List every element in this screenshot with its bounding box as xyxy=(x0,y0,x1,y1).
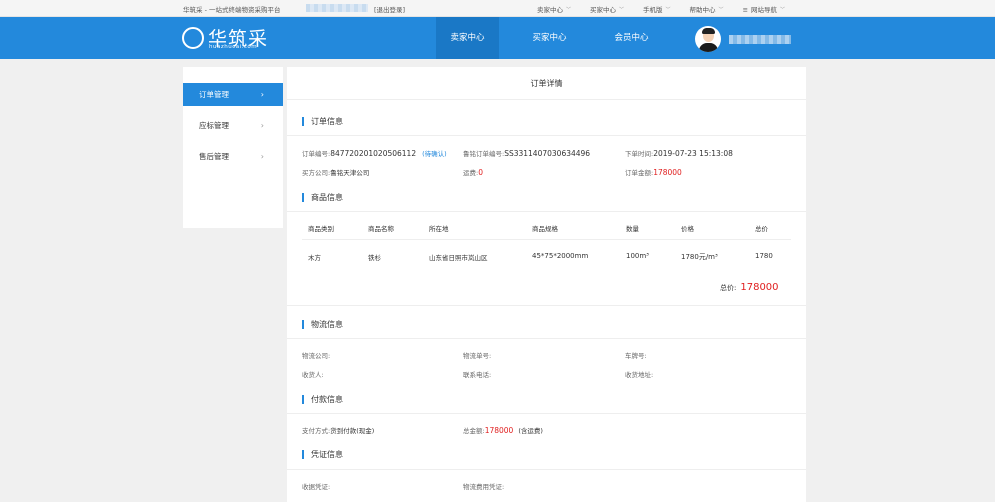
sidebar-item-order-management[interactable]: 订单管理 › xyxy=(183,83,283,106)
chevron-right-icon: › xyxy=(260,90,264,99)
divider xyxy=(287,135,806,136)
lubao-order-number-field: 鲁铭订单编号:SS3311407030634496 xyxy=(463,149,591,158)
buyer-company-field: 买方公司:鲁铭天津公司 xyxy=(302,169,370,177)
table-cell: 45*75*2000mm xyxy=(532,252,589,260)
chevron-down-icon: ﹀ xyxy=(718,7,724,13)
chevron-right-icon: › xyxy=(260,121,264,130)
logistics-company-field: 物流公司: xyxy=(302,352,331,360)
divider xyxy=(287,469,806,470)
page-title: 订单详情 xyxy=(287,67,806,100)
chevron-right-icon: › xyxy=(260,152,264,161)
section-title-logistics: 物流信息 xyxy=(302,320,343,329)
table-header: 商品规格 xyxy=(532,225,558,233)
order-detail-panel: 订单详情 订单信息 订单编号:847720201020506112 (待确认) 鲁… xyxy=(287,67,806,502)
plate-number-field: 车牌号: xyxy=(625,352,647,360)
status-badge: (待确认) xyxy=(422,150,447,158)
user-name-redacted xyxy=(729,35,791,44)
table-cell: 100m³ xyxy=(626,252,649,260)
chevron-down-icon: ﹀ xyxy=(566,7,572,13)
main-nav: 卖家中心 买家中心 会员中心 xyxy=(436,17,682,59)
section-title-voucher: 凭证信息 xyxy=(302,450,343,459)
toplink-help-center[interactable]: 帮助中心 ﹀ xyxy=(690,4,724,14)
divider xyxy=(287,211,806,212)
table-header: 数量 xyxy=(626,225,639,233)
freight-voucher-field: 物流费用凭证: xyxy=(463,483,505,491)
toplink-seller-center[interactable]: 卖家中心 ﹀ xyxy=(537,4,571,14)
table-cell: 1780 xyxy=(755,252,773,260)
receipt-voucher-field: 收据凭证: xyxy=(302,483,331,491)
toplink-buyer-center[interactable]: 买家中心 ﹀ xyxy=(590,4,624,14)
table-header: 总价 xyxy=(755,225,768,233)
logo-icon xyxy=(182,27,204,49)
nav-seller-center[interactable]: 卖家中心 xyxy=(436,17,499,59)
table-divider xyxy=(302,239,791,240)
avatar[interactable] xyxy=(695,26,721,52)
chevron-down-icon: ﹀ xyxy=(619,7,625,13)
order-amount-field: 订单金额:178000 xyxy=(625,168,682,177)
table-cell: 山东省日照市岚山区 xyxy=(429,254,488,262)
table-header: 所在地 xyxy=(429,225,449,233)
freight-field: 运费:0 xyxy=(463,168,483,177)
order-time-field: 下单时间:2019-07-23 15:13:08 xyxy=(625,149,733,158)
sidebar-item-bid-management[interactable]: 应标管理 › xyxy=(183,114,283,137)
chevron-down-icon: ﹀ xyxy=(665,7,671,13)
sidebar: 订单管理 › 应标管理 › 售后管理 › xyxy=(183,67,283,228)
section-title-payment: 付款信息 xyxy=(302,395,343,404)
nav-member-center[interactable]: 会员中心 xyxy=(600,17,663,59)
username-redacted xyxy=(306,4,368,12)
order-number-field: 订单编号:847720201020506112 (待确认) xyxy=(302,149,447,158)
receiver-field: 收货人: xyxy=(302,371,324,379)
top-links: 卖家中心 ﹀ 买家中心 ﹀ 手机版 ﹀ 帮助中心 ﹀ ≡ 网站导航 ﹀ xyxy=(537,4,804,14)
main-header: 华筑采 huazhucai.com 卖家中心 买家中心 会员中心 xyxy=(0,17,995,59)
divider xyxy=(287,305,806,306)
section-title-goods-info: 商品信息 xyxy=(302,193,343,202)
section-title-order-info: 订单信息 xyxy=(302,117,343,126)
toplink-mobile[interactable]: 手机版 ﹀ xyxy=(643,4,671,14)
logo-domain: huazhucai.com xyxy=(209,44,258,50)
menu-icon: ≡ xyxy=(742,6,749,14)
payment-method-field: 支付方式:货到付款(现金) xyxy=(302,427,375,435)
table-cell: 1780元/m³ xyxy=(681,253,718,261)
sidebar-item-after-sales[interactable]: 售后管理 › xyxy=(183,145,283,168)
chevron-down-icon: ﹀ xyxy=(780,7,786,13)
table-header: 价格 xyxy=(681,225,694,233)
table-header: 商品类别 xyxy=(308,225,334,233)
payment-total-field: 总金额:178000 (含运费) xyxy=(463,426,543,435)
toplink-site-nav[interactable]: ≡ 网站导航 ﹀ xyxy=(743,4,785,14)
tracking-number-field: 物流单号: xyxy=(463,352,492,360)
top-bar: 华筑采 - 一站式终端物资采购平台 [退出登录] 卖家中心 ﹀ 买家中心 ﹀ 手机版… xyxy=(0,0,995,17)
table-cell: 铁杉 xyxy=(368,254,381,262)
nav-buyer-center[interactable]: 买家中心 xyxy=(518,17,581,59)
contact-phone-field: 联系电话: xyxy=(463,371,492,379)
site-tagline: 华筑采 - 一站式终端物资采购平台 xyxy=(183,6,281,14)
table-cell: 木方 xyxy=(308,254,321,262)
divider xyxy=(287,413,806,414)
goods-total: 总价: 178000 xyxy=(720,282,779,293)
table-header: 商品名称 xyxy=(368,225,394,233)
divider xyxy=(287,338,806,339)
site-logo[interactable]: 华筑采 huazhucai.com xyxy=(182,25,274,53)
logout-link[interactable]: [退出登录] xyxy=(374,4,405,14)
delivery-address-field: 收货地址: xyxy=(625,371,654,379)
